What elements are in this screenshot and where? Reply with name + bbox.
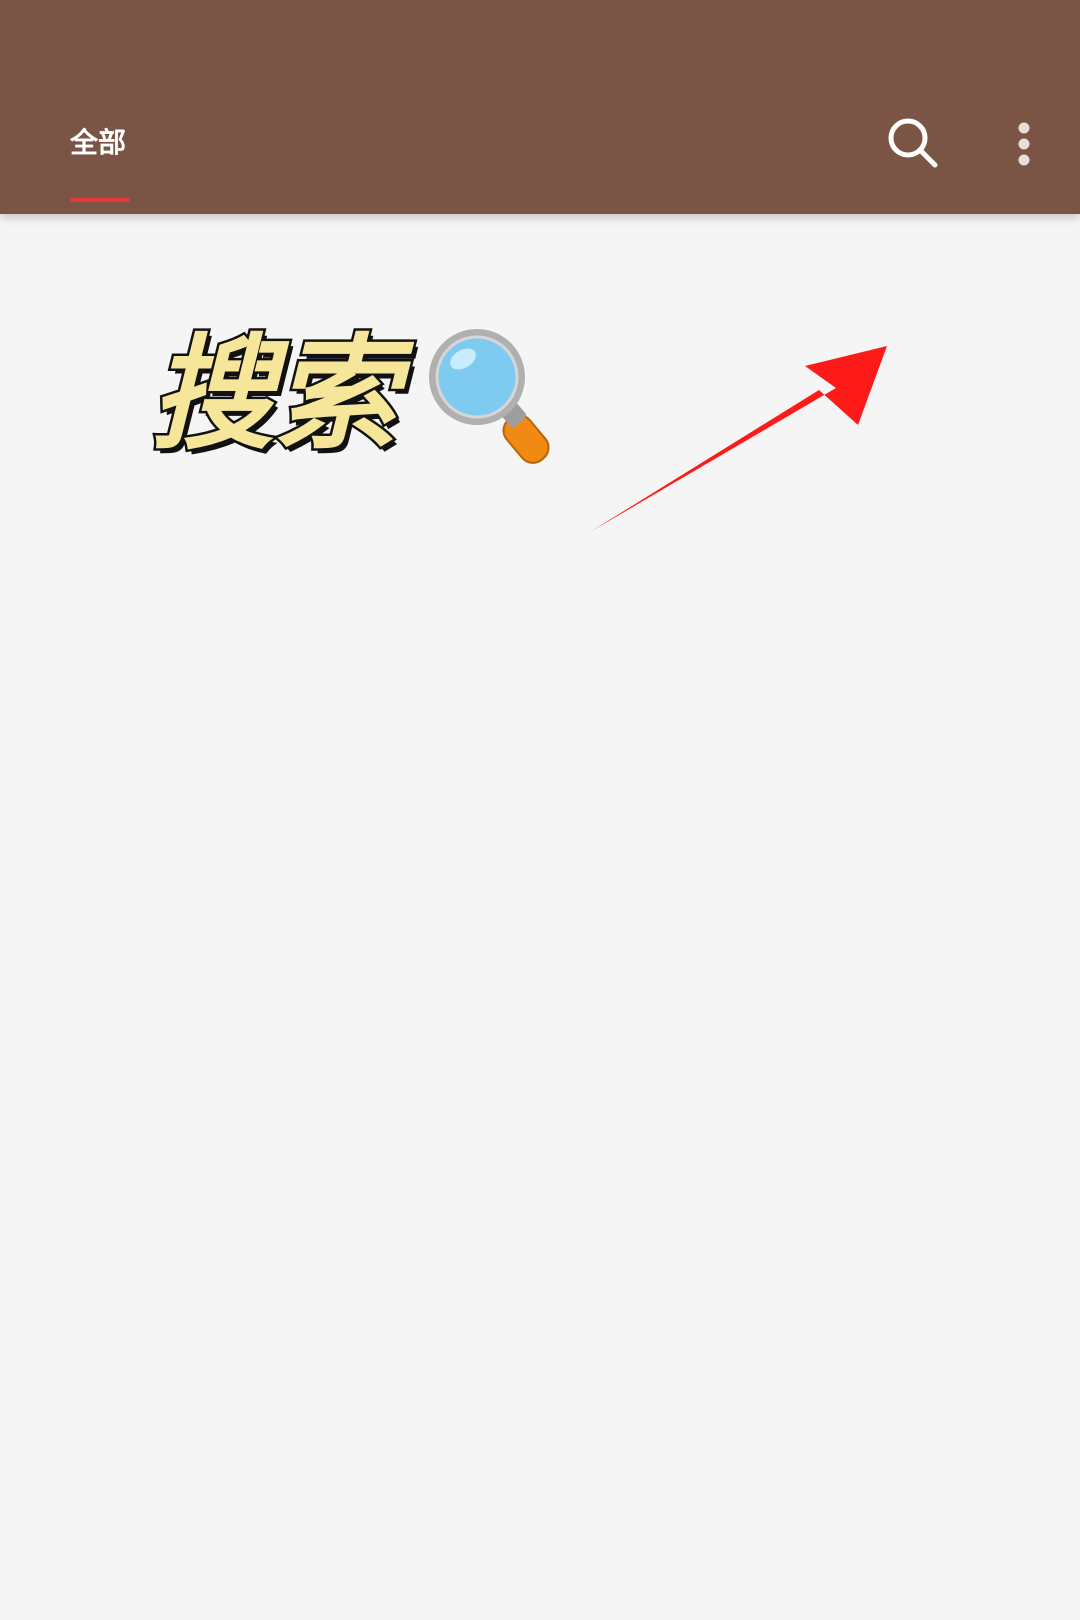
more-vertical-icon: [1018, 122, 1030, 166]
more-options-button[interactable]: [1000, 110, 1048, 178]
search-icon: [888, 118, 938, 168]
search-annotation: 搜索: [147, 323, 570, 485]
tab-all-label: 全部: [70, 126, 127, 159]
tab-all[interactable]: 全部: [70, 118, 132, 208]
magnifying-glass-emoji-icon: [429, 329, 550, 464]
app-screen: 全部 搜索: [0, 0, 1080, 1620]
search-button[interactable]: [880, 110, 948, 178]
annotation-text: 搜索: [147, 323, 400, 468]
active-tab-indicator: [70, 198, 130, 202]
top-app-bar: 全部: [0, 0, 1080, 214]
red-pointer-arrow-icon: [590, 346, 887, 532]
